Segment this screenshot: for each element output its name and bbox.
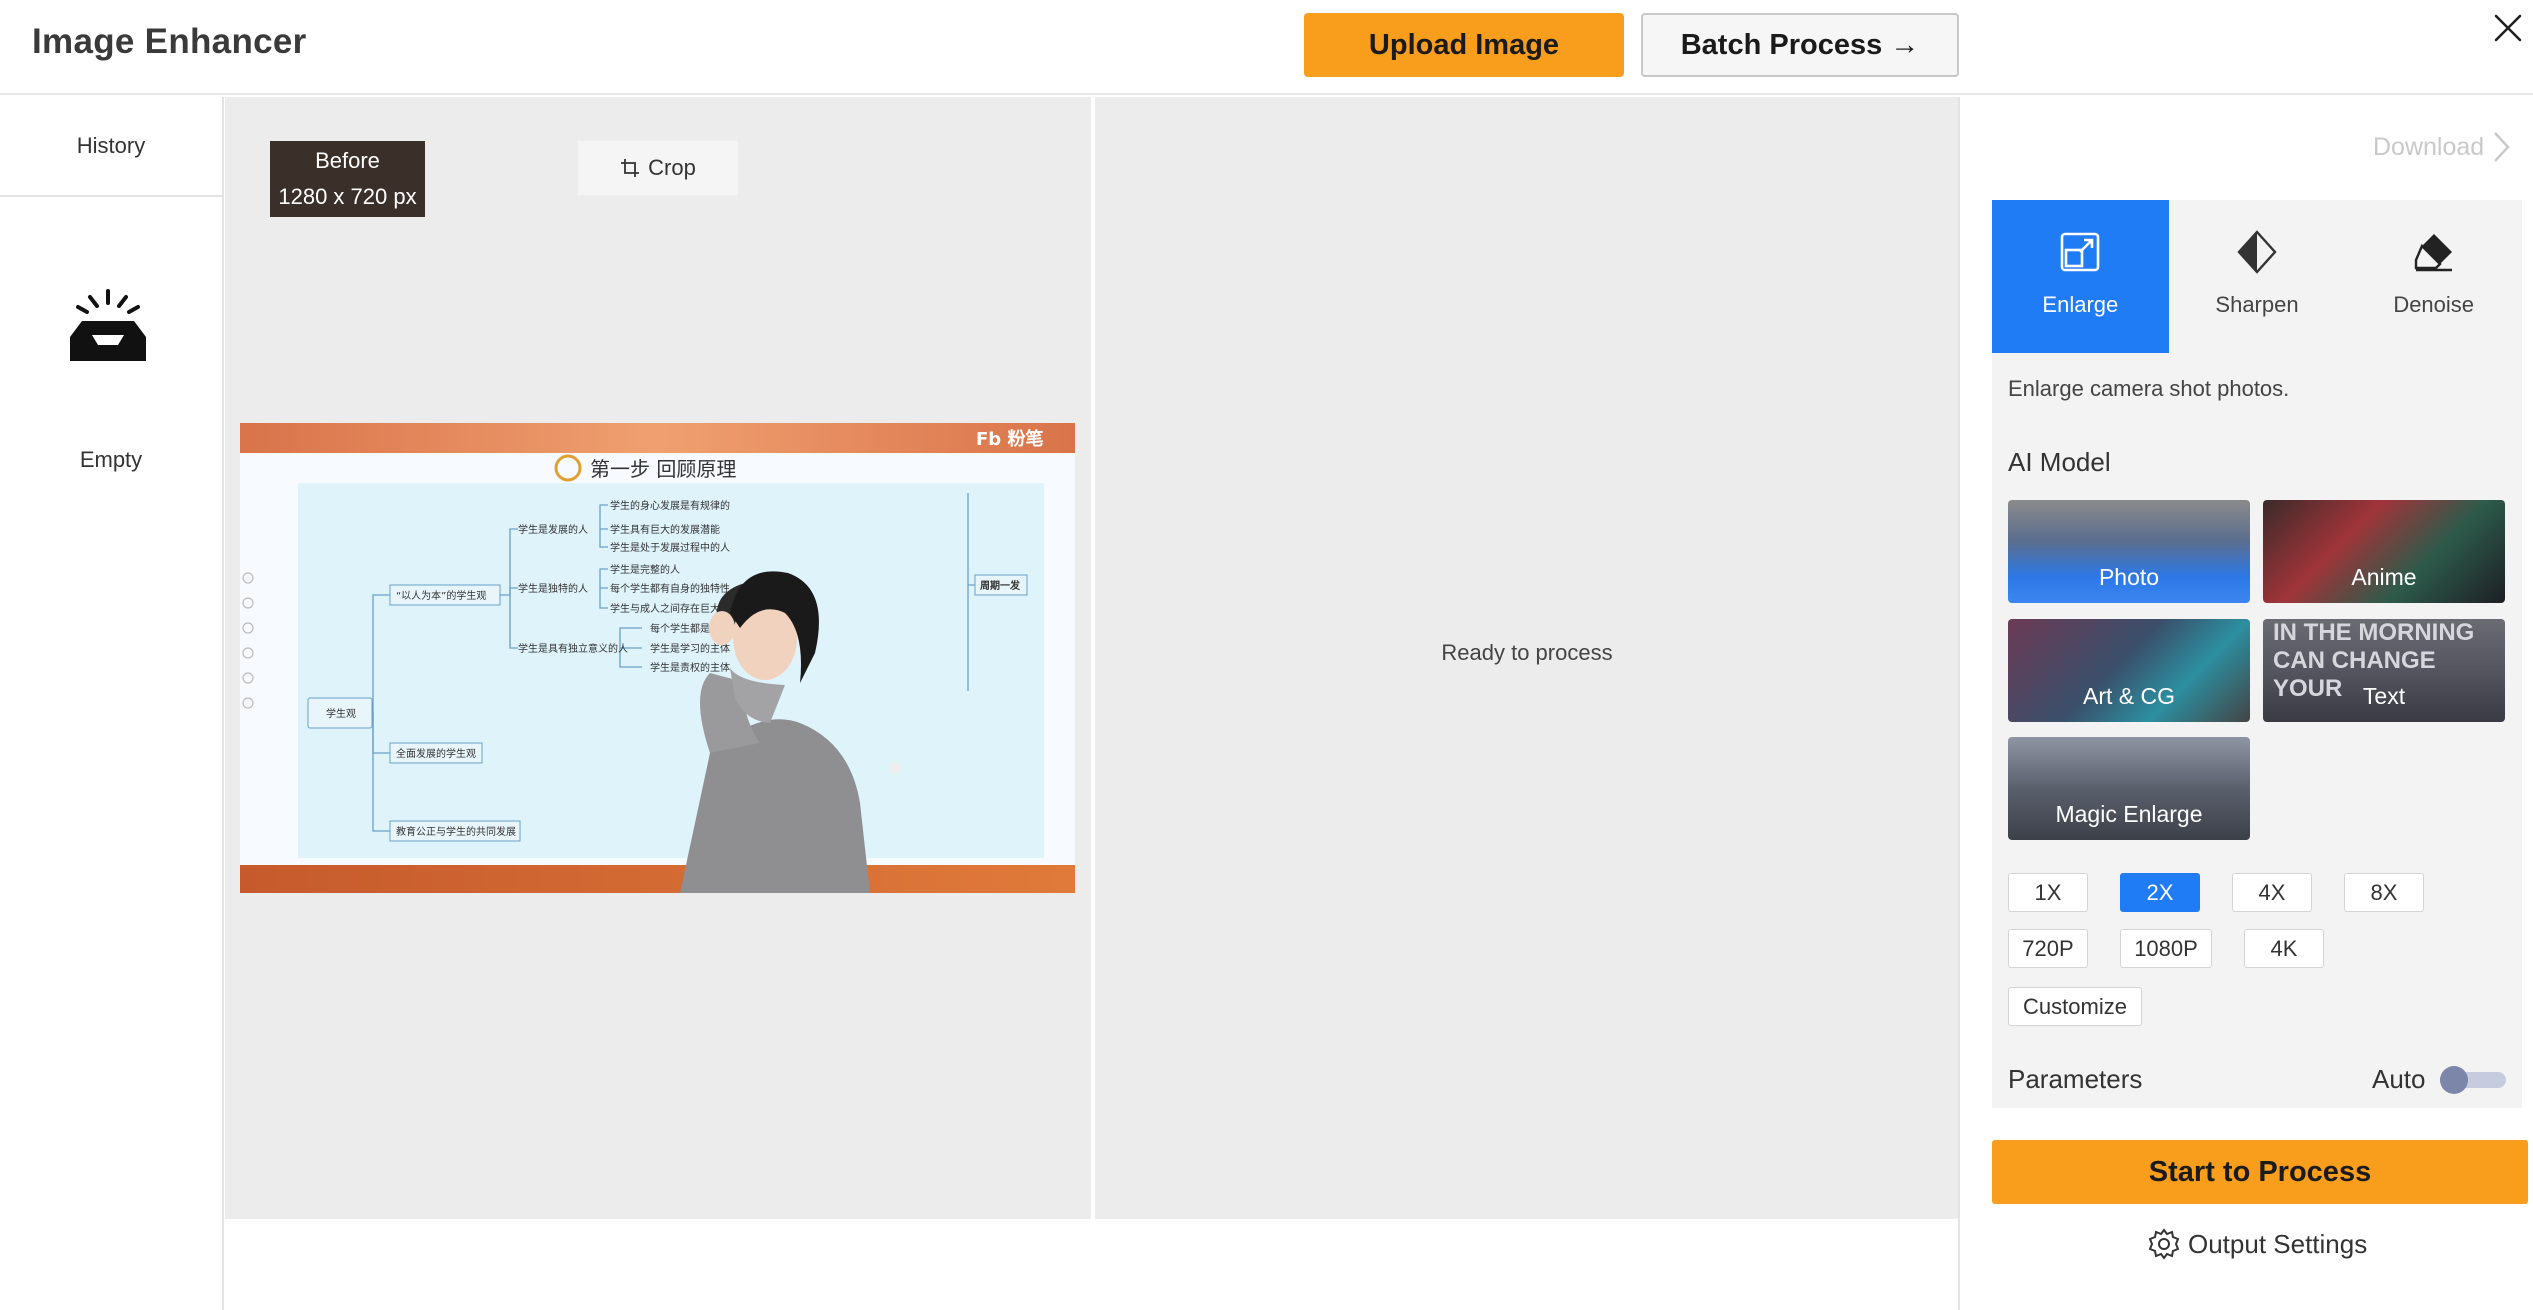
close-icon[interactable] bbox=[2490, 10, 2526, 46]
output-settings-link[interactable]: Output Settings bbox=[2148, 1228, 2367, 1260]
mindmap-root: 学生观 bbox=[326, 707, 356, 720]
model-magic-enlarge-label: Magic Enlarge bbox=[2055, 801, 2203, 827]
text-card-overlay-1: IN THE MORNING bbox=[2273, 619, 2475, 646]
mindmap-sub-3: 学生是具有独立意义的人 bbox=[518, 642, 628, 655]
auto-label: Auto bbox=[2372, 1064, 2426, 1094]
slide-logo: Fb 粉笔 bbox=[976, 428, 1043, 450]
output-settings-label: Output Settings bbox=[2188, 1228, 2368, 1259]
header: Image Enhancer Upload Image Batch Proces… bbox=[0, 0, 2533, 95]
tab-enlarge[interactable]: Enlarge bbox=[1992, 200, 2169, 353]
scale-8x-button[interactable]: 8X bbox=[2344, 873, 2424, 912]
tab-denoise-label: Denoise bbox=[2393, 292, 2475, 317]
app-title: Image Enhancer bbox=[32, 22, 307, 61]
ai-model-title: AI Model bbox=[2008, 447, 2111, 477]
mode-description: Enlarge camera shot photos. bbox=[2008, 376, 2290, 401]
model-card-text[interactable]: IN THE MORNING CAN CHANGE YOUR Text bbox=[2263, 619, 2505, 722]
empty-inbox-icon bbox=[68, 287, 156, 365]
mindmap-leaf-9: 学生是责权的主体 bbox=[650, 661, 730, 674]
mindmap-sub-2: 学生是独特的人 bbox=[518, 582, 588, 595]
customize-button[interactable]: Customize bbox=[2008, 987, 2142, 1026]
mindmap-leaf-4: 学生是完整的人 bbox=[610, 563, 680, 576]
crop-label: Crop bbox=[648, 155, 696, 180]
model-anime-label: Anime bbox=[2351, 564, 2417, 590]
empty-label: Empty bbox=[79, 447, 143, 472]
mindmap-branch-1: “以人为本”的学生观 bbox=[396, 589, 486, 602]
model-card-anime[interactable]: Anime bbox=[2263, 500, 2505, 603]
model-card-photo[interactable]: Photo bbox=[2008, 500, 2250, 603]
model-photo-label: Photo bbox=[2098, 564, 2160, 590]
model-card-magic-enlarge[interactable]: Magic Enlarge bbox=[2008, 737, 2250, 840]
gear-icon bbox=[2148, 1228, 2180, 1260]
batch-process-button[interactable]: Batch Process → bbox=[1641, 13, 1959, 77]
res-720p-button[interactable]: 720P bbox=[2008, 929, 2088, 968]
history-sidebar: History Empty bbox=[0, 97, 224, 1310]
model-art-cg-label: Art & CG bbox=[2082, 683, 2175, 709]
upload-image-button[interactable]: Upload Image bbox=[1304, 13, 1624, 77]
mindmap-right-node: 周期一发 bbox=[980, 579, 1021, 592]
download-label: Download bbox=[2373, 132, 2485, 161]
auto-toggle[interactable] bbox=[2440, 1064, 2508, 1096]
history-tab[interactable]: History bbox=[0, 97, 222, 197]
before-label: Before bbox=[315, 148, 380, 173]
sharpen-icon bbox=[2237, 230, 2277, 274]
model-text-label: Text bbox=[2362, 683, 2406, 709]
tab-sharpen[interactable]: Sharpen bbox=[2169, 200, 2346, 353]
before-badge: Before 1280 x 720 px bbox=[270, 141, 425, 217]
preview-image: 第一步 回顾原理 Fb 粉笔 学生观 “以人为本”的学生观 全面发展的学生观 教… bbox=[240, 423, 1075, 893]
crop-button[interactable]: Crop bbox=[578, 141, 738, 195]
mindmap-leaf-1: 学生的身心发展是有规律的 bbox=[610, 499, 730, 512]
before-size: 1280 x 720 px bbox=[278, 184, 417, 209]
model-card-art-cg[interactable]: Art & CG bbox=[2008, 619, 2250, 722]
res-4k-button[interactable]: 4K bbox=[2244, 929, 2324, 968]
scale-4x-button[interactable]: 4X bbox=[2232, 873, 2312, 912]
toggle-knob bbox=[2440, 1066, 2468, 1094]
eraser-icon bbox=[2414, 234, 2452, 272]
res-1080p-button[interactable]: 1080P bbox=[2120, 929, 2212, 968]
tab-enlarge-label: Enlarge bbox=[2042, 292, 2119, 317]
parameters-label: Parameters bbox=[2008, 1064, 2143, 1094]
download-link[interactable]: Download bbox=[2373, 130, 2512, 164]
enlarge-icon bbox=[2061, 232, 2100, 272]
mindmap-leaf-3: 学生是处于发展过程中的人 bbox=[610, 541, 730, 554]
mindmap-leaf-5: 每个学生都有自身的独特性 bbox=[610, 582, 730, 595]
tab-sharpen-label: Sharpen bbox=[2215, 292, 2299, 317]
slide-title: 第一步 回顾原理 bbox=[590, 457, 736, 481]
scale-1x-button[interactable]: 1X bbox=[2008, 873, 2088, 912]
mindmap-leaf-2: 学生具有巨大的发展潜能 bbox=[610, 523, 720, 536]
mindmap-branch-2: 全面发展的学生观 bbox=[396, 747, 476, 760]
chevron-right-icon bbox=[2494, 132, 2510, 162]
mindmap-branch-3: 教育公正与学生的共同发展 bbox=[396, 825, 516, 838]
start-to-process-button[interactable]: Start to Process bbox=[1992, 1140, 2528, 1204]
mindmap-sub-1: 学生是发展的人 bbox=[518, 523, 588, 536]
scale-2x-button[interactable]: 2X bbox=[2120, 873, 2200, 912]
mode-tabs: Enlarge Sharpen Denoise bbox=[1992, 200, 2522, 353]
tab-denoise[interactable]: Denoise bbox=[2345, 200, 2522, 353]
ready-to-process-text: Ready to process bbox=[1441, 640, 1613, 665]
crop-icon bbox=[621, 159, 640, 177]
